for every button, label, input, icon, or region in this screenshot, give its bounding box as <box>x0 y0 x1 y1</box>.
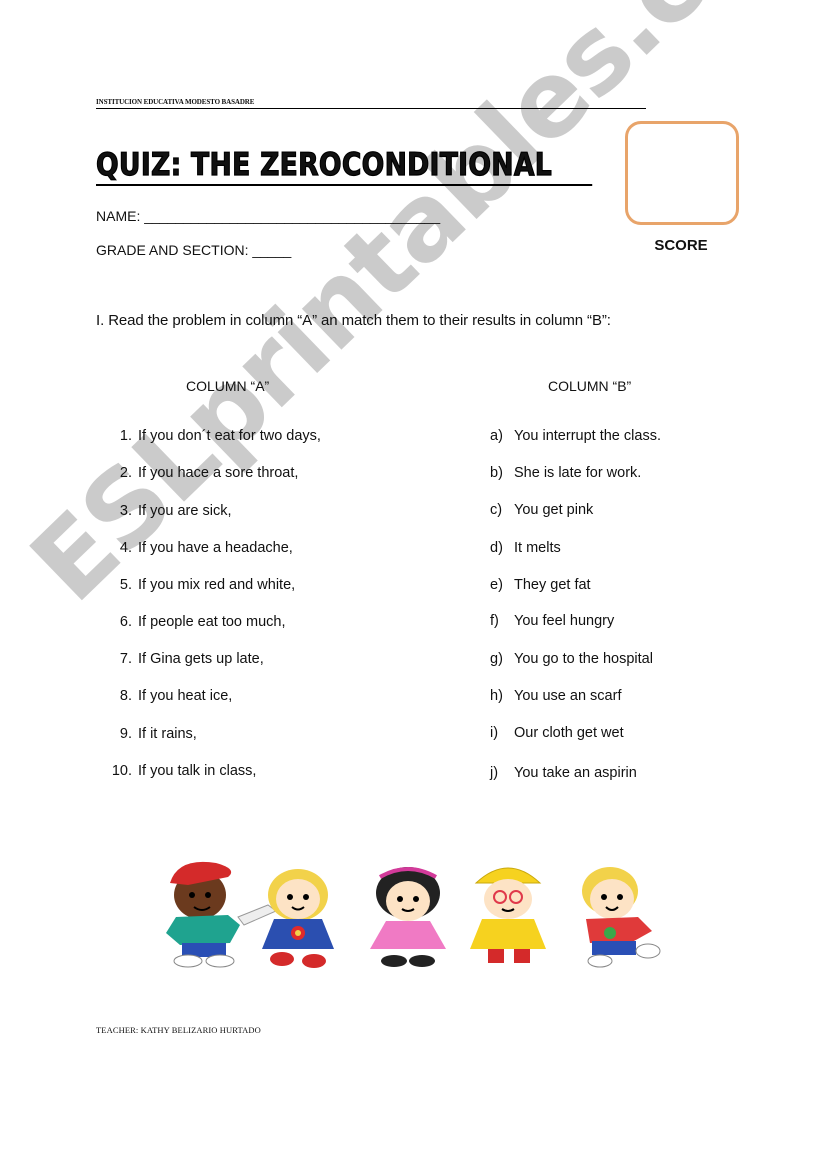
column-a-item: 10. If you talk in class, <box>106 763 257 779</box>
school-name: INSTITUCION EDUCATIVA MODESTO BASADRE <box>96 97 646 109</box>
item-number: 8. <box>119 688 132 704</box>
item-text: You take an aspirin <box>514 765 637 781</box>
item-text: If you are sick, <box>138 503 232 519</box>
child-boy-red-shirt <box>582 867 661 968</box>
column-b-item: i) Our cloth get wet <box>490 725 624 741</box>
item-number: 6. <box>119 614 132 630</box>
column-a-item: 3. If you are sick, <box>106 503 232 519</box>
column-b-item: g) You go to the hospital <box>490 651 653 667</box>
item-text: You get pink <box>514 502 594 518</box>
instruction: I. Read the problem in column “A” an mat… <box>96 312 611 329</box>
column-b-item: f) You feel hungry <box>490 613 614 629</box>
item-number: 5. <box>119 577 132 593</box>
item-text: If you mix red and white, <box>138 577 296 593</box>
column-a-item: 8. If you heat ice, <box>106 688 232 704</box>
column-b-item: b) She is late for work. <box>490 465 641 481</box>
column-a-header: COLUMN “A” <box>186 378 270 394</box>
child-girl-blue-dress <box>262 869 334 968</box>
item-text: You interrupt the class. <box>514 428 661 444</box>
item-letter: e) <box>490 577 503 593</box>
item-number: 2. <box>119 465 132 481</box>
item-letter: j) <box>490 765 499 781</box>
item-number: 10. <box>111 763 132 779</box>
item-number: 1. <box>119 428 132 444</box>
item-text: If Gina gets up late, <box>138 651 264 667</box>
item-text: Our cloth get wet <box>514 725 624 741</box>
score-label: SCORE <box>654 237 708 254</box>
child-girl-pink-dress <box>370 867 446 967</box>
child-boy-red-cap <box>166 861 277 968</box>
page-title: QUIZ: THE ZEROCONDITIONAL <box>95 146 593 186</box>
grade-label: GRADE AND SECTION: <box>96 242 249 258</box>
column-a-item: 4. If you have a headache, <box>106 540 293 556</box>
grade-section-field[interactable]: GRADE AND SECTION: _____ <box>96 242 291 258</box>
item-number: 9. <box>119 726 132 742</box>
item-text: You feel hungry <box>514 613 615 629</box>
column-a-item: 2. If you hace a sore throat, <box>106 465 299 481</box>
children-illustration <box>166 861 661 968</box>
item-text: It melts <box>514 540 561 556</box>
item-text: They get fat <box>514 577 591 593</box>
item-letter: f) <box>490 613 499 629</box>
column-b-item: a) You interrupt the class. <box>490 428 661 444</box>
item-letter: g) <box>490 651 503 667</box>
item-letter: d) <box>490 540 503 556</box>
item-text: If you hace a sore throat, <box>138 465 299 481</box>
item-text: If you talk in class, <box>138 763 257 779</box>
item-text: She is late for work. <box>514 465 642 481</box>
column-b-item: d) It melts <box>490 540 561 556</box>
column-a-item: 6. If people eat too much, <box>106 614 286 630</box>
item-letter: a) <box>490 428 503 444</box>
column-b-item: j) You take an aspirin <box>490 765 637 781</box>
item-number: 3. <box>119 503 132 519</box>
item-letter: h) <box>490 688 503 704</box>
column-a-item: 1. If you don´t eat for two days, <box>106 428 321 444</box>
item-text: You use an scarf <box>514 688 622 704</box>
name-label: NAME: <box>96 208 141 224</box>
item-text: If people eat too much, <box>138 614 286 630</box>
item-number: 7. <box>119 651 132 667</box>
column-a-item: 9. If it rains, <box>106 726 197 742</box>
item-text: You go to the hospital <box>514 651 653 667</box>
item-letter: i) <box>490 725 499 741</box>
grade-blank[interactable]: _____ <box>252 242 291 258</box>
item-text: If you don´t eat for two days, <box>138 428 321 444</box>
item-letter: b) <box>490 465 503 481</box>
column-b-item: e) They get fat <box>490 577 591 593</box>
item-text: If it rains, <box>138 726 197 742</box>
score-box <box>625 121 739 225</box>
item-number: 4. <box>119 540 132 556</box>
item-letter: c) <box>490 502 503 518</box>
child-girl-yellow-raincoat <box>470 867 546 963</box>
item-text: If you have a headache, <box>138 540 293 556</box>
column-b-header: COLUMN “B” <box>548 378 632 394</box>
teacher-name: TEACHER: KATHY BELIZARIO HURTADO <box>96 1025 261 1035</box>
column-b-item: h) You use an scarf <box>490 688 621 704</box>
column-a-item: 5. If you mix red and white, <box>106 577 295 593</box>
column-a-item: 7. If Gina gets up late, <box>106 651 264 667</box>
column-b-item: c) You get pink <box>490 502 593 518</box>
name-blank[interactable]: ______________________________________ <box>144 208 440 224</box>
name-field[interactable]: NAME: __________________________________… <box>96 208 440 224</box>
item-text: If you heat ice, <box>138 688 233 704</box>
